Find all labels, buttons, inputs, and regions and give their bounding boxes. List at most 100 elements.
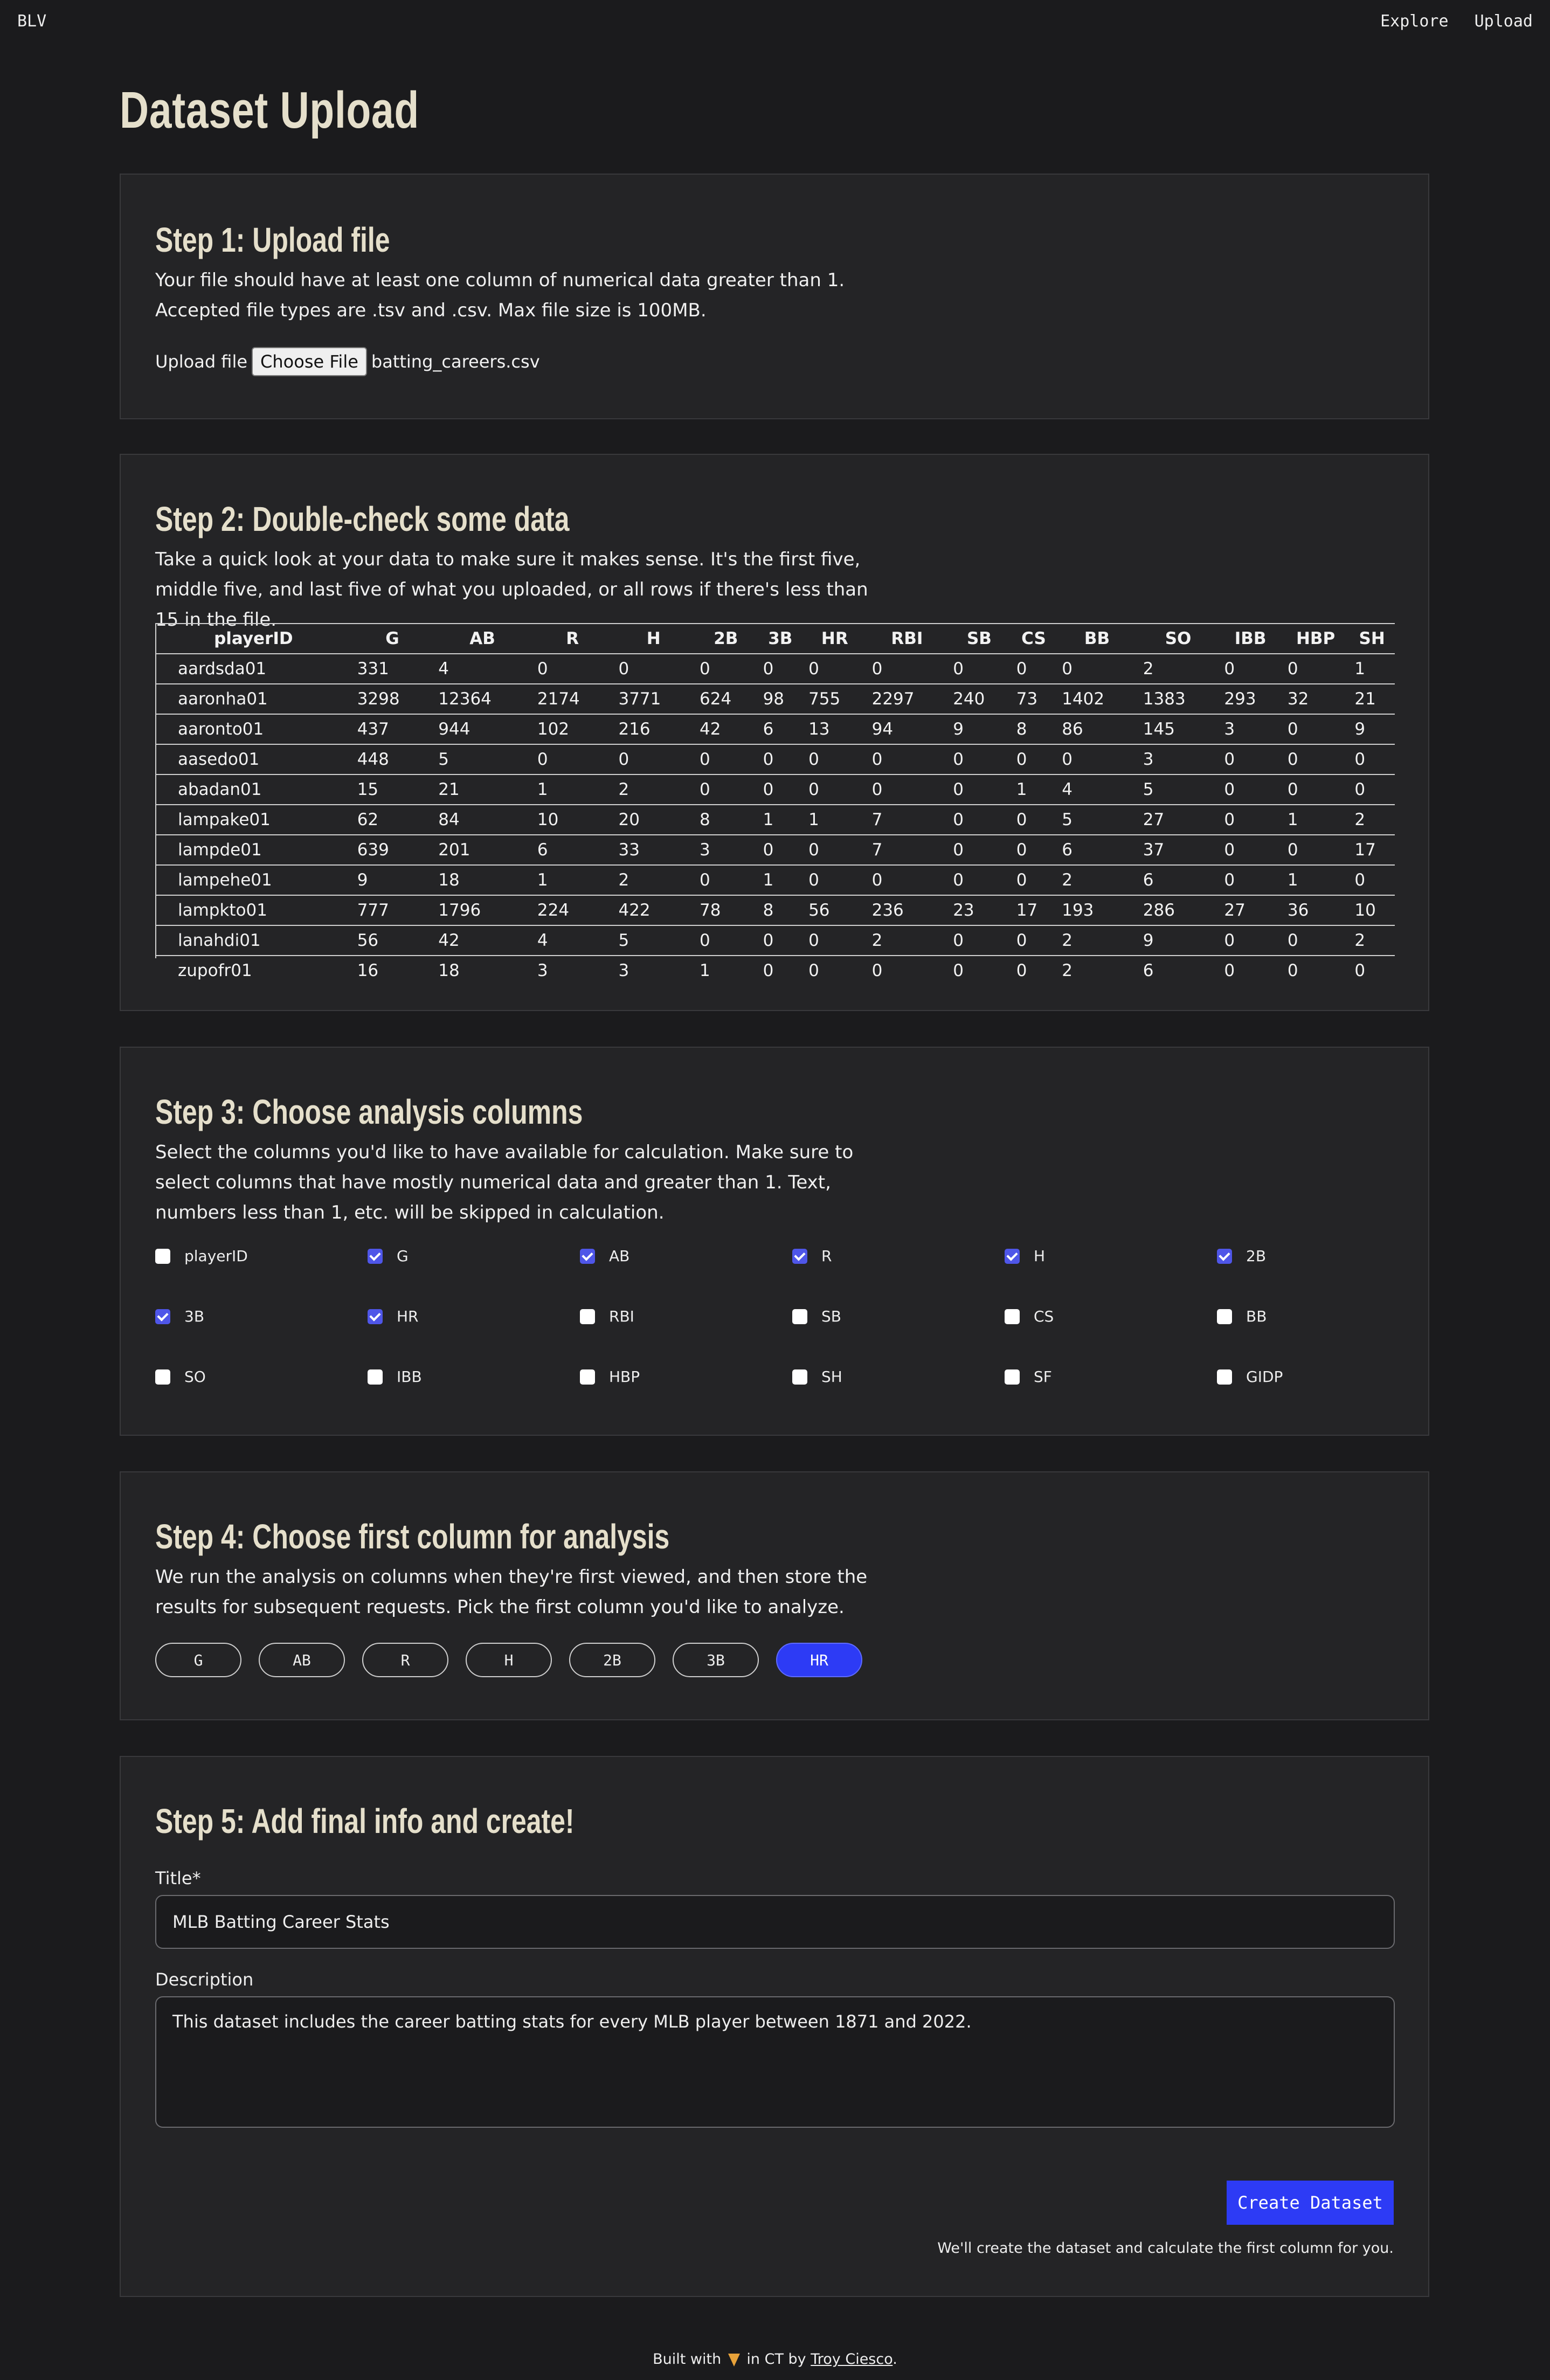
checkbox-label: SO: [184, 1368, 206, 1386]
column-checkbox-bb[interactable]: BB: [1217, 1307, 1267, 1325]
table-cell: 5: [613, 925, 695, 956]
column-checkbox-h[interactable]: H: [1005, 1247, 1045, 1265]
checkbox-input[interactable]: [1005, 1369, 1020, 1385]
table-cell: 0: [1219, 774, 1282, 805]
checkbox-input[interactable]: [155, 1369, 170, 1385]
checkbox-input[interactable]: [792, 1309, 807, 1324]
checkbox-input[interactable]: [1005, 1248, 1020, 1264]
checkbox-input[interactable]: [1217, 1369, 1232, 1385]
table-cell: 42: [694, 714, 758, 745]
column-checkbox-2b[interactable]: 2B: [1217, 1247, 1266, 1265]
checkbox-label: 2B: [1246, 1247, 1267, 1265]
table-cell: 777: [351, 895, 433, 926]
table-cell: 3: [694, 835, 758, 866]
checkbox-label: IBB: [397, 1368, 422, 1386]
brand-logo[interactable]: BLV: [17, 12, 46, 31]
table-row: lampake01 62 84 10 20 8 1 1 7 0 0 5 27 0 1 2: [155, 805, 1395, 835]
table-cell: 1: [757, 865, 804, 896]
page-title: Dataset Upload: [120, 81, 419, 139]
table-cell: 422: [613, 895, 695, 926]
column-checkbox-ab[interactable]: AB: [580, 1247, 629, 1265]
table-cell: 0: [1056, 654, 1138, 684]
table-cell: zupofr01: [178, 961, 252, 980]
table-cell: 0: [866, 654, 948, 684]
column-checkbox-sf[interactable]: SF: [1005, 1368, 1052, 1386]
column-checkbox-cs[interactable]: CS: [1005, 1307, 1054, 1325]
table-cell: 437: [351, 714, 433, 745]
nav-link-explore[interactable]: Explore: [1380, 12, 1448, 31]
table-cell: lanahdi01: [155, 925, 352, 956]
column-checkbox-gidp[interactable]: GIDP: [1217, 1368, 1283, 1386]
column-pill-ab[interactable]: AB: [259, 1643, 345, 1677]
step3-card: Step 3: Choose analysis columns Select t…: [120, 1047, 1429, 1436]
checkbox-input[interactable]: [1005, 1309, 1020, 1324]
checkbox-input[interactable]: [580, 1248, 595, 1264]
checkbox-label: BB: [1246, 1307, 1267, 1325]
step4-card: Step 4: Choose first column for analysis…: [120, 1471, 1429, 1720]
nav-link-upload[interactable]: Upload: [1475, 12, 1533, 31]
checkbox-input[interactable]: [155, 1309, 170, 1324]
checkbox-label: H: [1034, 1247, 1046, 1265]
checkbox-input[interactable]: [580, 1309, 595, 1324]
step1-title: Step 1: Upload file: [155, 220, 390, 259]
table-cell: 5: [1137, 774, 1219, 805]
table-cell: 0: [1011, 835, 1057, 866]
column-pill-h[interactable]: H: [466, 1643, 552, 1677]
column-checkbox-rbi[interactable]: RBI: [580, 1307, 634, 1325]
column-pill-3b[interactable]: 3B: [673, 1643, 759, 1677]
table-body: aardsda01 331 4 0 0 0 0 0 0 0 0 0 2 0 0 1 aaronha01 3298 1…: [155, 654, 1395, 985]
column-checkbox-3b[interactable]: 3B: [155, 1307, 204, 1325]
checkbox-label: 3B: [184, 1307, 205, 1325]
checkbox-label: SH: [821, 1368, 842, 1386]
column-pill-2b[interactable]: 2B: [569, 1643, 655, 1677]
table-cell: 27: [1219, 895, 1282, 926]
table-row: aaronto01 437 944 102 216 42 6 13 94 9 8 86 145 3 0 9: [155, 714, 1395, 745]
column-checkbox-hr[interactable]: HR: [368, 1307, 419, 1325]
checkbox-input[interactable]: [1217, 1309, 1232, 1324]
checkbox-input[interactable]: [792, 1248, 807, 1264]
table-cell: 0: [947, 744, 1011, 775]
table-cell: 624: [694, 684, 758, 715]
column-checkbox-hbp[interactable]: HBP: [580, 1368, 640, 1386]
description-textarea[interactable]: This dataset includes the career batting…: [155, 1996, 1395, 2128]
checkbox-input[interactable]: [368, 1248, 383, 1264]
column-pill-g[interactable]: G: [155, 1643, 241, 1677]
column-checkbox-sb[interactable]: SB: [792, 1307, 841, 1325]
create-dataset-button[interactable]: Create Dataset: [1227, 2181, 1394, 2225]
table-cell: 3298: [351, 684, 433, 715]
column-pill-r[interactable]: R: [362, 1643, 448, 1677]
column-pill-hr[interactable]: HR: [776, 1643, 862, 1677]
checkbox-input[interactable]: [1217, 1248, 1232, 1264]
table-cell: 2: [1349, 925, 1395, 956]
upload-row: Upload file Choose File batting_careers.…: [155, 347, 540, 376]
checkbox-input[interactable]: [155, 1248, 170, 1264]
table-cell: 0: [757, 774, 804, 805]
table-cell: 9: [1137, 925, 1219, 956]
choose-file-button[interactable]: Choose File: [252, 347, 367, 376]
table-cell: 5: [1056, 805, 1138, 835]
table-cell: 23: [947, 895, 1011, 926]
checkbox-input[interactable]: [368, 1369, 383, 1385]
table-cell: 286: [1137, 895, 1219, 926]
column-checkbox-ibb[interactable]: IBB: [368, 1368, 422, 1386]
table-cell: 2174: [531, 684, 613, 715]
step2-card: Step 2: Double-check some data Take a qu…: [120, 454, 1429, 1011]
column-checkbox-so[interactable]: SO: [155, 1368, 206, 1386]
column-checkbox-playerid[interactable]: playerID: [155, 1247, 248, 1265]
column-checkbox-sh[interactable]: SH: [792, 1368, 842, 1386]
table-cell: 2: [1062, 961, 1072, 980]
table-cell: 331: [351, 654, 433, 684]
author-link[interactable]: Troy Ciesco: [811, 2351, 892, 2368]
table-cell: lampde01: [155, 835, 352, 866]
checkbox-input[interactable]: [792, 1369, 807, 1385]
column-checkbox-g[interactable]: G: [368, 1247, 409, 1265]
checkbox-input[interactable]: [580, 1369, 595, 1385]
checkbox-input[interactable]: [368, 1309, 383, 1324]
title-input[interactable]: MLB Batting Career Stats: [155, 1895, 1395, 1949]
column-header: HR: [803, 624, 867, 654]
column-header: AB: [433, 624, 532, 654]
footer-suffix: .: [892, 2351, 897, 2368]
column-checkbox-r[interactable]: R: [792, 1247, 832, 1265]
table-cell: 16: [357, 961, 379, 980]
step5-title: Step 5: Add final info and create!: [155, 1802, 575, 1841]
